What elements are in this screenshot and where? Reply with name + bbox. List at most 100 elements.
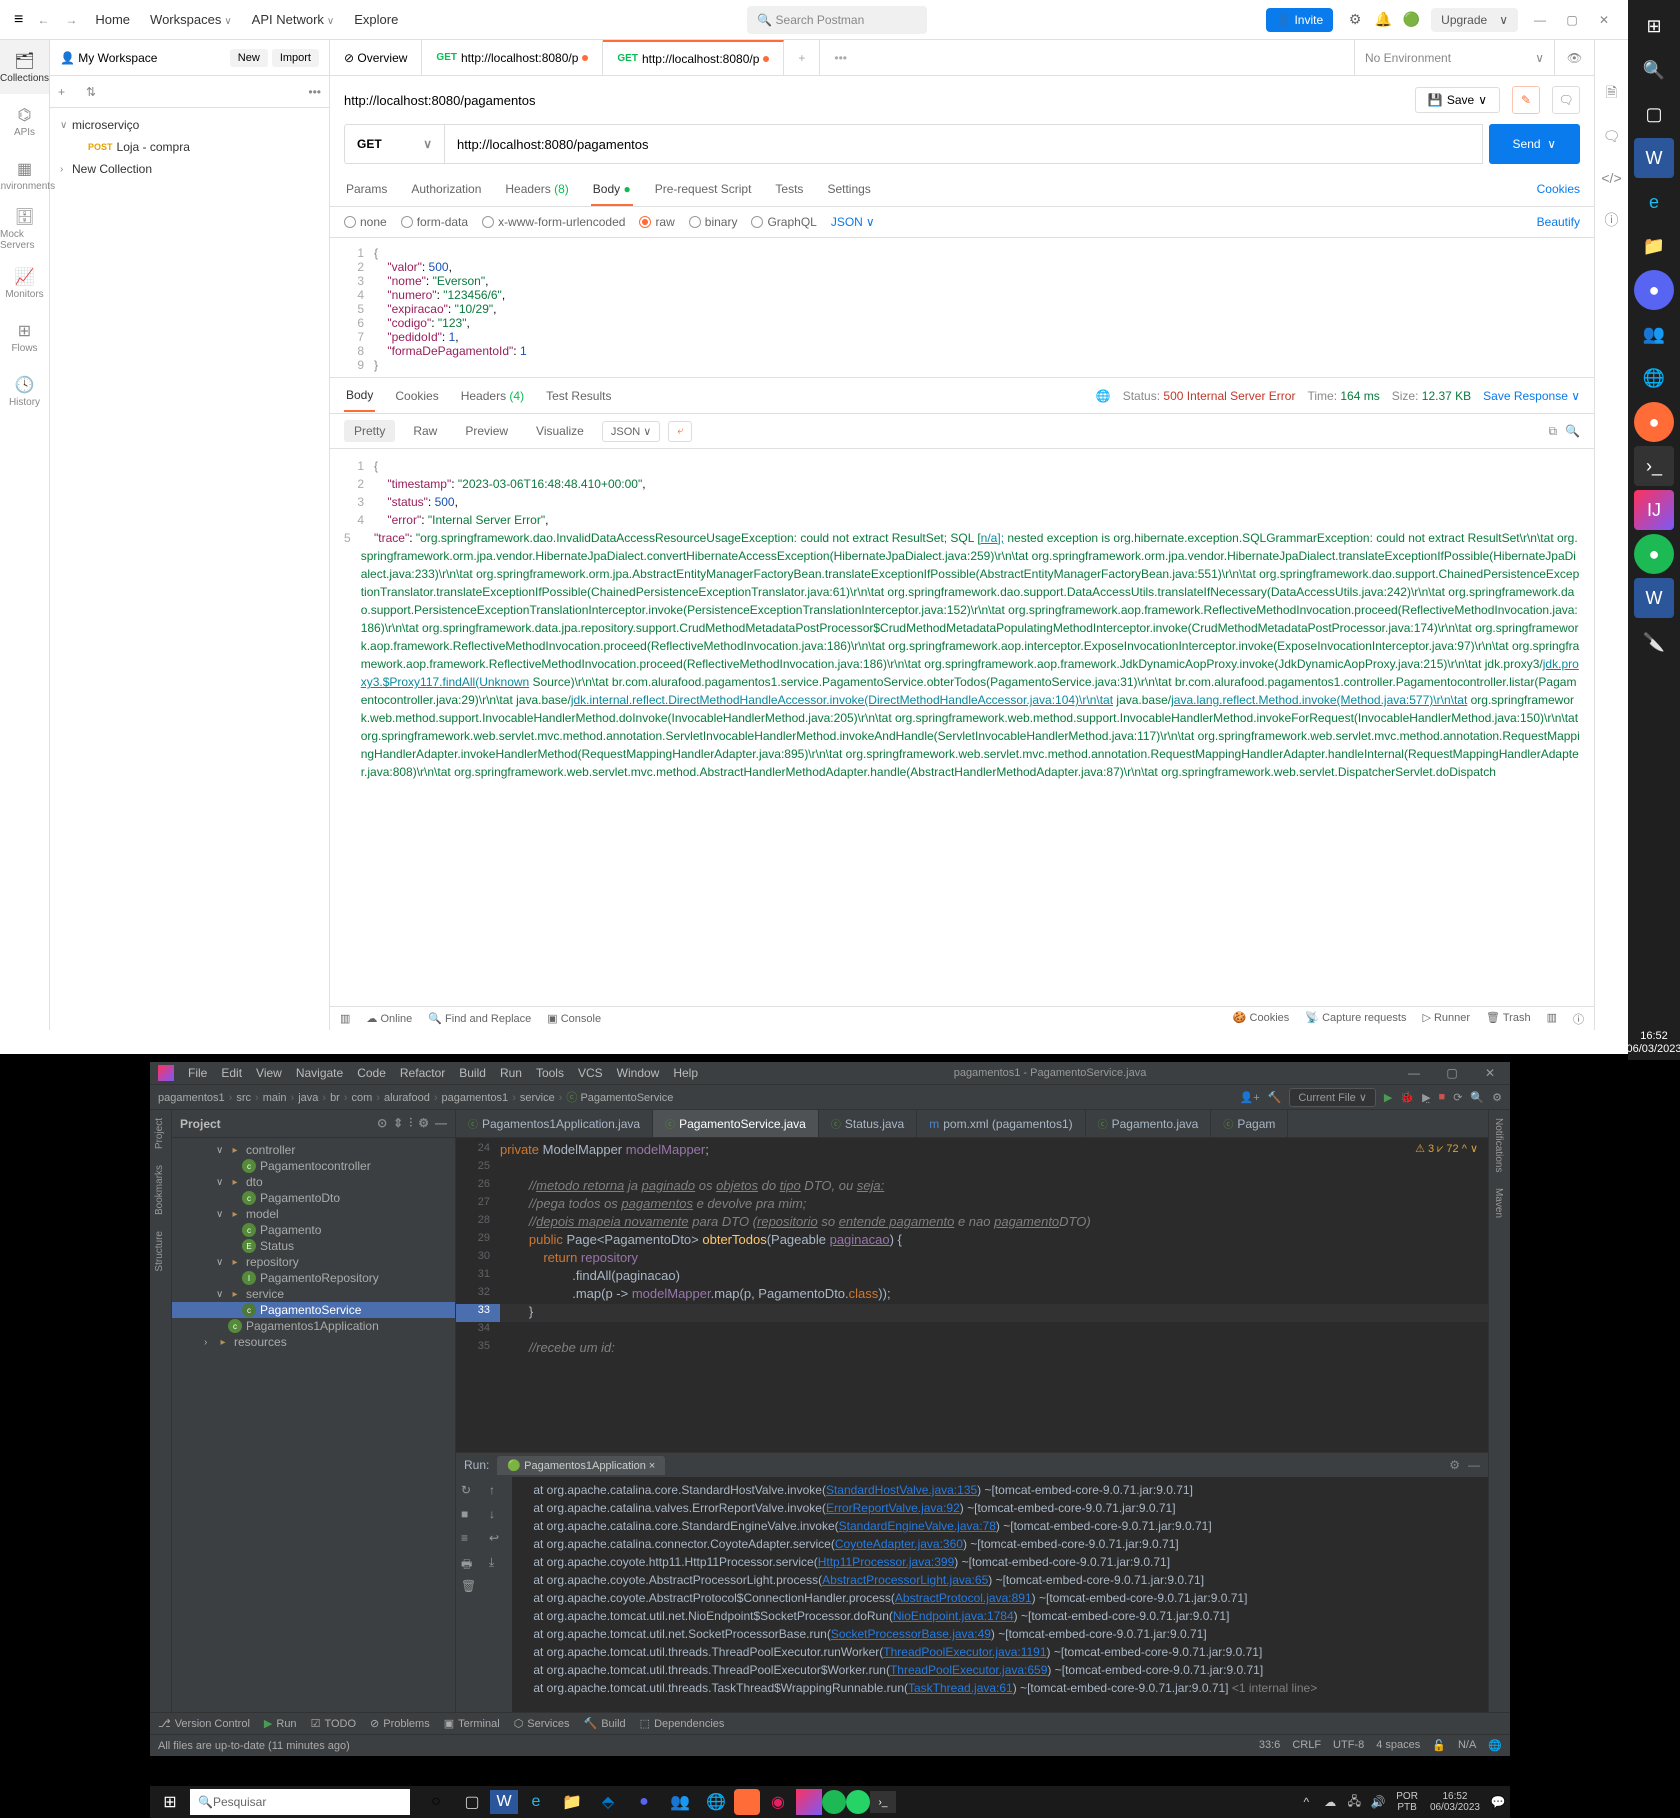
- tb2-postman-icon[interactable]: [734, 1789, 760, 1815]
- rail-maven[interactable]: Maven: [1489, 1180, 1508, 1226]
- edtab-1[interactable]: ⓒPagamentos1Application.java: [456, 1110, 653, 1137]
- tb-word-icon[interactable]: W: [1634, 138, 1674, 178]
- tb2-whatsapp-icon[interactable]: [846, 1790, 870, 1814]
- code-editor[interactable]: ⚠ 3 ⩗ 72 ^ ∨ 24private ModelMapper model…: [456, 1138, 1488, 1452]
- run-config[interactable]: Current File ∨: [1289, 1088, 1376, 1107]
- menu-icon[interactable]: ≡: [8, 5, 29, 35]
- ij-close[interactable]: ✕: [1478, 1066, 1502, 1080]
- invite-button[interactable]: 👤 Invite: [1266, 8, 1333, 32]
- rail-collections[interactable]: 🗂Collections: [0, 40, 49, 94]
- rail-apis[interactable]: ⌬APIs: [0, 94, 49, 148]
- save-button[interactable]: 💾 Save ∨: [1415, 87, 1500, 113]
- vcs-update-icon[interactable]: ⟳: [1453, 1091, 1462, 1104]
- collection-folder[interactable]: ›New Collection: [50, 158, 329, 180]
- tab-new[interactable]: +: [784, 40, 820, 75]
- radio-raw[interactable]: raw: [639, 215, 674, 229]
- tb2-ie-icon[interactable]: e: [518, 1786, 554, 1818]
- down-icon[interactable]: ↓: [489, 1507, 507, 1525]
- tb2-vscode-icon[interactable]: ⬘: [590, 1786, 626, 1818]
- bb-problems[interactable]: ⊘ Problems: [370, 1717, 430, 1730]
- footer-cookies[interactable]: 🍪 Cookies: [1233, 1011, 1290, 1027]
- status-pos[interactable]: 33:6: [1259, 1739, 1280, 1752]
- rerun-icon[interactable]: ↻: [461, 1483, 479, 1501]
- menu-navigate[interactable]: Navigate: [296, 1066, 343, 1080]
- bb-terminal[interactable]: ▣ Terminal: [444, 1717, 500, 1730]
- rail-project[interactable]: Project: [150, 1110, 169, 1157]
- footer-find[interactable]: 🔍 Find and Replace: [428, 1012, 531, 1025]
- rail-notifications[interactable]: Notifications: [1489, 1110, 1508, 1180]
- edtab-4[interactable]: mpom.xml (pagamentos1): [917, 1110, 1085, 1137]
- nav-workspaces[interactable]: Workspaces∨: [140, 6, 242, 33]
- stop2-icon[interactable]: ■: [461, 1507, 479, 1525]
- new-button[interactable]: New: [230, 49, 268, 67]
- run-icon[interactable]: ▶: [1384, 1091, 1392, 1104]
- win-taskview-icon[interactable]: ▢: [1634, 94, 1674, 134]
- footer-split-icon[interactable]: ▥: [1547, 1011, 1557, 1027]
- close-button[interactable]: ✕: [1588, 8, 1620, 32]
- view-raw[interactable]: Raw: [403, 420, 447, 442]
- minimize-button[interactable]: —: [1524, 8, 1556, 32]
- footer-help-icon[interactable]: ⓘ: [1573, 1011, 1584, 1027]
- taskbar-search[interactable]: 🔍 Pesquisar: [190, 1789, 410, 1815]
- tb2-discord-icon[interactable]: ●: [626, 1786, 662, 1818]
- gear-icon[interactable]: ⚙: [418, 1116, 429, 1131]
- inspection-badge[interactable]: ⚠ 3 ⩗ 72 ^ ∨: [1415, 1142, 1478, 1156]
- scroll-icon[interactable]: ⤓: [489, 1555, 507, 1573]
- run-gear-icon[interactable]: ⚙: [1449, 1458, 1460, 1472]
- search-everywhere-icon[interactable]: 🔍: [1470, 1091, 1484, 1104]
- tb2-cortana-icon[interactable]: ○: [418, 1786, 454, 1818]
- tree-request[interactable]: POSTLoja - compra: [50, 136, 329, 158]
- view-pretty[interactable]: Pretty: [344, 420, 395, 442]
- cookies-link[interactable]: Cookies: [1537, 174, 1580, 206]
- stop-icon[interactable]: ■: [1439, 1091, 1446, 1103]
- subtab-settings[interactable]: Settings: [825, 174, 872, 206]
- edit-icon[interactable]: ✎: [1512, 86, 1540, 114]
- tree-folder[interactable]: ∨▸dto: [172, 1174, 455, 1190]
- status-encoding[interactable]: UTF-8: [1333, 1739, 1364, 1752]
- comment-icon[interactable]: 🗨: [1552, 86, 1580, 114]
- edtab-5[interactable]: ⓒPagamento.java: [1086, 1110, 1212, 1137]
- menu-refactor[interactable]: Refactor: [400, 1066, 445, 1080]
- console-output[interactable]: at org.apache.catalina.core.StandardHost…: [512, 1477, 1488, 1712]
- import-button[interactable]: Import: [272, 49, 319, 67]
- add-icon[interactable]: +: [58, 85, 78, 99]
- notifications-icon[interactable]: 🔔: [1369, 6, 1397, 34]
- view-visualize[interactable]: Visualize: [526, 420, 594, 442]
- taskbar-clock[interactable]: 16:5206/03/2023: [1626, 1026, 1680, 1060]
- back-button[interactable]: ←: [29, 7, 57, 33]
- menu-edit[interactable]: Edit: [221, 1066, 242, 1080]
- more-icon[interactable]: •••: [308, 85, 321, 99]
- run-tab[interactable]: 🟢 Pagamentos1Application ×: [497, 1456, 665, 1475]
- tb-explorer-icon[interactable]: 📁: [1634, 226, 1674, 266]
- tree-folder[interactable]: ∨▸service: [172, 1286, 455, 1302]
- bb-todo[interactable]: ☑ TODO: [311, 1717, 356, 1730]
- status-na[interactable]: N/A: [1458, 1739, 1476, 1752]
- tb-discord-icon[interactable]: ●: [1634, 270, 1674, 310]
- resp-tab-headers[interactable]: Headers (4): [459, 381, 526, 411]
- tb-spotify-icon[interactable]: ●: [1634, 534, 1674, 574]
- tb2-terminal-icon[interactable]: ›_: [870, 1791, 896, 1813]
- footer-online[interactable]: ☁ Online: [366, 1012, 412, 1025]
- avatar-icon[interactable]: 🟢: [1397, 6, 1425, 34]
- status-crlf[interactable]: CRLF: [1292, 1739, 1321, 1752]
- tree-class[interactable]: IPagamentoRepository: [172, 1270, 455, 1286]
- trash-icon[interactable]: 🗑: [461, 1579, 479, 1597]
- tb2-photos-icon[interactable]: ◉: [760, 1786, 796, 1818]
- tree-class-selected[interactable]: cPagamentoService: [172, 1302, 455, 1318]
- collection-folder[interactable]: ∨microserviço: [50, 114, 329, 136]
- rr-docs-icon[interactable]: 🗎: [1602, 84, 1622, 104]
- edtab-3[interactable]: ⓒStatus.java: [819, 1110, 917, 1137]
- tray-volume-icon[interactable]: 🔊: [1366, 1786, 1390, 1818]
- env-quicklook-icon[interactable]: 👁: [1554, 40, 1594, 75]
- tray-network-icon[interactable]: 🖧: [1342, 1786, 1366, 1818]
- forward-button[interactable]: →: [57, 7, 85, 33]
- edtab-2[interactable]: ⓒPagamentoService.java: [653, 1110, 819, 1137]
- project-label[interactable]: Project: [180, 1117, 221, 1131]
- maximize-button[interactable]: ▢: [1556, 8, 1588, 32]
- status-indent[interactable]: 4 spaces: [1376, 1739, 1420, 1752]
- rail-history[interactable]: 🕓History: [0, 364, 49, 418]
- bb-services[interactable]: ⬡ Services: [514, 1717, 570, 1730]
- workspace-name[interactable]: My Workspace: [78, 51, 226, 65]
- tb-teams-icon[interactable]: 👥: [1634, 314, 1674, 354]
- radio-graphql[interactable]: GraphQL: [751, 215, 816, 229]
